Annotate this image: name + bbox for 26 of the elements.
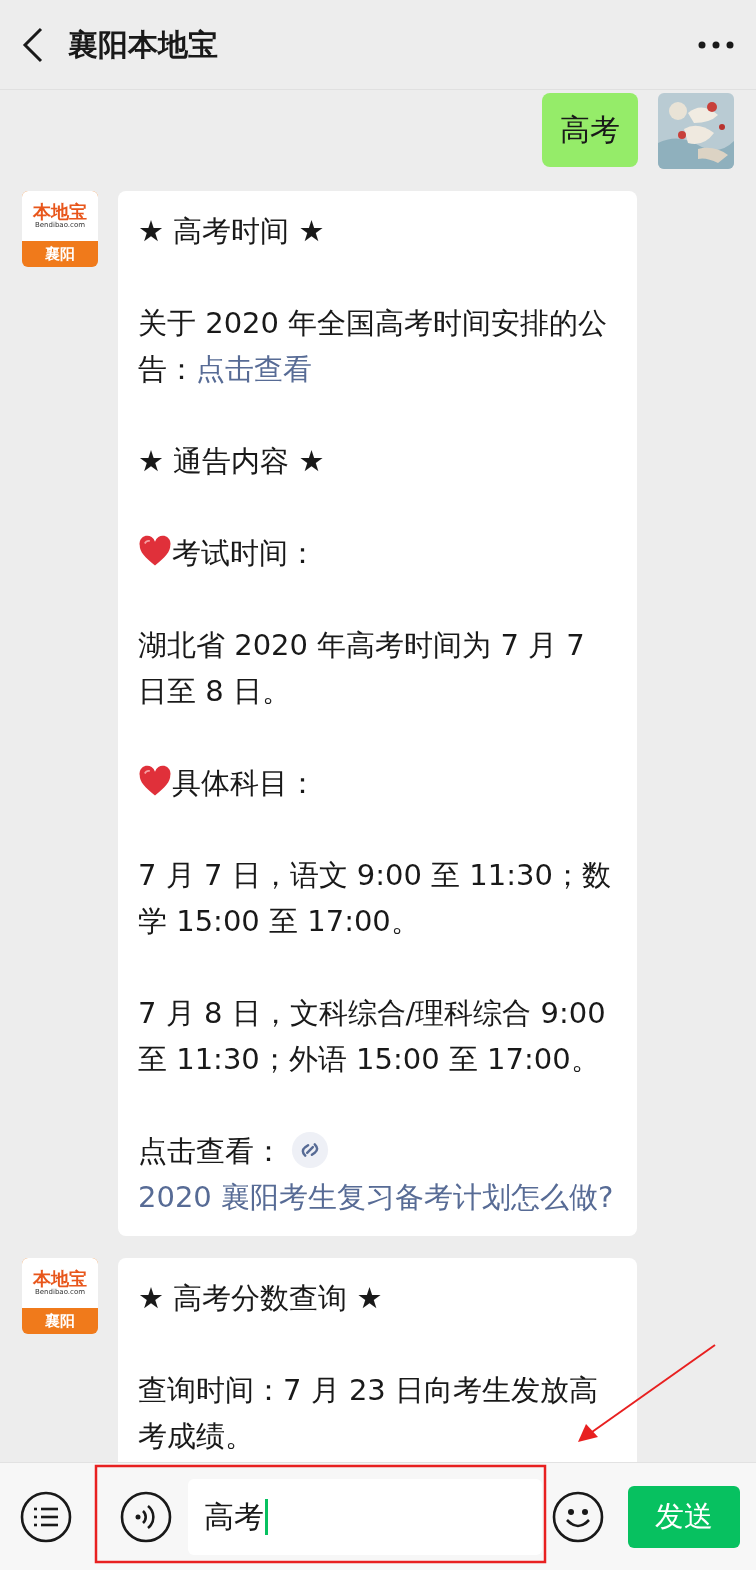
chat-title: 襄阳本地宝	[68, 26, 218, 64]
emoji-icon[interactable]	[552, 1490, 604, 1543]
logo-city: 襄阳	[45, 1311, 75, 1332]
logo-text: 本地宝	[33, 1269, 87, 1288]
message-text: 点击查看： 2020 襄阳考生复习备考计划怎么做?	[138, 1128, 619, 1220]
back-icon[interactable]	[22, 26, 44, 63]
logo-text: 本地宝	[33, 202, 87, 221]
message-text: 7 月 7 日，语文 9:00 至 11:30；数学 15:00 至 17:00。	[138, 858, 611, 938]
list-icon[interactable]	[20, 1490, 72, 1543]
message-text: ★ 通告内容 ★	[138, 444, 325, 478]
link[interactable]: 2020 襄阳考生复习备考计划怎么做?	[138, 1180, 614, 1214]
message-text: 查询时间：7 月 23 日向考生发放高考成绩。	[138, 1373, 598, 1453]
message-text: 考试时间：	[138, 530, 619, 576]
message-text: ★ 高考时间 ★	[138, 214, 325, 248]
link-icon	[291, 1131, 329, 1169]
message-text: 湖北省 2020 年高考时间为 7 月 7 日至 8 日。	[138, 628, 585, 708]
message-text: 具体科目：	[138, 760, 619, 806]
voice-icon[interactable]	[120, 1490, 172, 1543]
logo-city: 襄阳	[45, 244, 75, 265]
message-text: 关于 2020 年全国高考时间安排的公告：点击查看	[138, 305, 609, 388]
link[interactable]: 点击查看	[196, 352, 312, 386]
message-bubble: 高考	[542, 93, 638, 167]
message-input[interactable]: 高考	[188, 1478, 542, 1555]
message-text: 7 月 8 日，文科综合/理科综合 9:00 至 11:30；外语 15:00 至 17:00。	[138, 996, 606, 1076]
more-icon[interactable]	[698, 40, 734, 49]
message-text: ★ 高考分数查询 ★	[138, 1281, 383, 1315]
